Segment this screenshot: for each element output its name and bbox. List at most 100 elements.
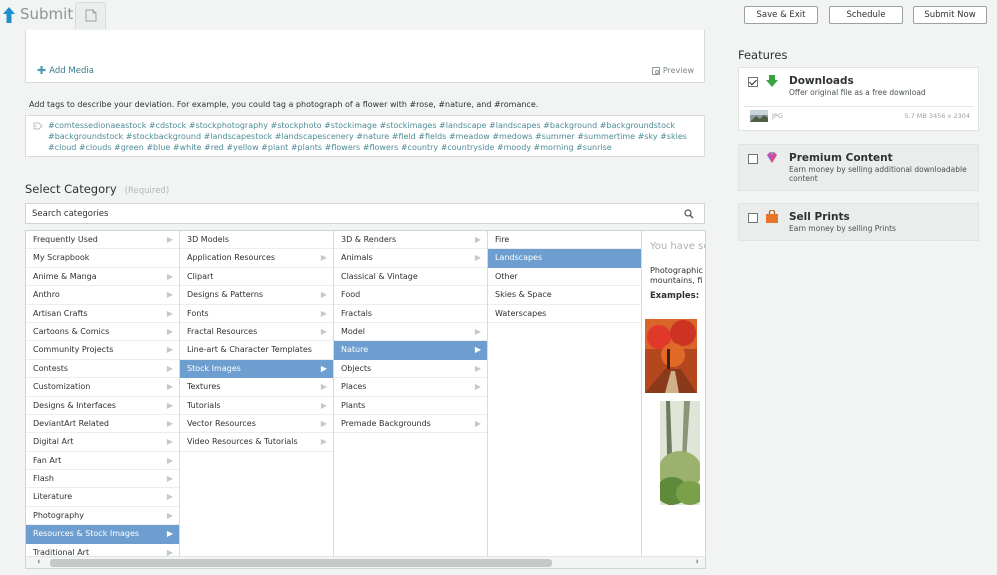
category-item[interactable]: Customization ▶ [26, 378, 179, 397]
search-icon[interactable] [684, 209, 694, 219]
category-item[interactable]: Photography ▶ [26, 507, 179, 526]
category-item[interactable]: Line-art & Character Templates [180, 341, 333, 360]
category-item[interactable]: Classical & Vintage [334, 268, 487, 287]
category-item-label: Traditional Art [33, 547, 90, 556]
category-item[interactable]: Contests ▶ [26, 360, 179, 379]
category-item[interactable]: Designs & Interfaces ▶ [26, 397, 179, 415]
features-title: Features [738, 48, 788, 62]
category-item-label: Literature [33, 492, 73, 502]
chevron-right-icon: ▶ [320, 418, 327, 428]
category-item[interactable]: Vector Resources ▶ [180, 415, 333, 434]
premium-checkbox[interactable] [748, 154, 758, 164]
category-item[interactable]: 3D & Renders ▶ [334, 231, 487, 250]
upload-arrow-icon [3, 7, 15, 23]
category-search [25, 203, 705, 224]
scrollbar-thumb[interactable] [50, 559, 552, 567]
category-item[interactable]: Nature ▶ [334, 341, 487, 360]
category-item[interactable]: Animals ▶ [334, 249, 487, 268]
chevron-right-icon: ▶ [320, 253, 327, 263]
category-item[interactable]: Places ▶ [334, 378, 487, 397]
chevron-right-icon: ▶ [166, 400, 173, 410]
scroll-right-icon[interactable]: › [695, 557, 699, 568]
downloads-checkbox[interactable] [748, 77, 758, 87]
category-item[interactable]: Food [334, 286, 487, 305]
category-item[interactable]: Anime & Manga ▶ [26, 268, 179, 287]
category-item[interactable]: Waterscapes [488, 305, 641, 323]
document-tab[interactable] [75, 2, 106, 29]
category-item[interactable]: Video Resources & Tutorials ▶ [180, 433, 333, 452]
tag-icon [33, 122, 43, 130]
category-item[interactable]: Traditional Art ▶ [26, 544, 179, 556]
category-item[interactable]: DeviantArt Related ▶ [26, 415, 179, 434]
category-item-label: Anime & Manga [33, 271, 97, 281]
category-item[interactable]: Community Projects ▶ [26, 341, 179, 360]
tags-list[interactable]: #comtessedionaeastock #cdstock #stockpho… [48, 120, 696, 153]
chevron-right-icon: ▶ [320, 382, 327, 392]
chevron-right-icon: ▶ [320, 400, 327, 410]
category-item[interactable]: Other [488, 268, 641, 287]
category-item-label: My Scrapbook [33, 253, 90, 263]
category-item[interactable]: Tutorials ▶ [180, 397, 333, 415]
chevron-right-icon: ▶ [166, 382, 173, 392]
chevron-right-icon: ▶ [474, 345, 481, 355]
category-item-label: Anthro [33, 290, 60, 300]
category-item[interactable]: Landscapes [488, 249, 641, 268]
save-exit-button[interactable]: Save & Exit [744, 6, 818, 24]
category-item[interactable]: Literature ▶ [26, 488, 179, 507]
category-item-label: Tutorials [187, 400, 221, 410]
category-item[interactable]: Model ▶ [334, 323, 487, 342]
category-item[interactable]: Plants [334, 397, 487, 415]
category-item-label: Vector Resources [187, 418, 256, 428]
category-item[interactable]: Fire [488, 231, 641, 250]
submit-now-button[interactable]: Submit Now [913, 6, 987, 24]
category-item[interactable]: Digital Art ▶ [26, 433, 179, 452]
feature-downloads: Downloads Offer original file as a free … [738, 67, 979, 131]
chevron-right-icon: ▶ [320, 290, 327, 300]
tags-input[interactable]: #comtessedionaeastock #cdstock #stockpho… [25, 115, 705, 157]
chevron-right-icon: ▶ [166, 455, 173, 465]
category-item[interactable]: Fan Art ▶ [26, 452, 179, 471]
category-item-label: 3D & Renders [341, 235, 397, 244]
category-item-label: Fractal Resources [187, 326, 258, 336]
category-item[interactable]: Fractal Resources ▶ [180, 323, 333, 342]
category-item[interactable]: Fractals [334, 305, 487, 323]
category-item[interactable]: Textures ▶ [180, 378, 333, 397]
chevron-right-icon: ▶ [166, 290, 173, 300]
schedule-button[interactable]: Schedule [829, 6, 903, 24]
chevron-right-icon: ▶ [320, 363, 327, 373]
category-item[interactable]: 3D Models [180, 231, 333, 250]
category-item[interactable]: Skies & Space [488, 286, 641, 305]
category-item[interactable]: Fonts ▶ [180, 305, 333, 323]
description-editor[interactable]: ✚ Add Media Preview [25, 30, 705, 83]
shopping-bag-icon [766, 210, 778, 223]
category-item[interactable]: Anthro ▶ [26, 286, 179, 305]
category-item[interactable]: Designs & Patterns ▶ [180, 286, 333, 305]
category-item[interactable]: Objects ▶ [334, 360, 487, 379]
category-item[interactable]: My Scrapbook [26, 249, 179, 268]
category-search-input[interactable] [27, 205, 667, 222]
category-item[interactable]: Stock Images ▶ [180, 359, 333, 379]
category-item[interactable]: Resources & Stock Images ▶ [26, 525, 179, 544]
category-item[interactable]: Flash ▶ [26, 470, 179, 489]
horizontal-scrollbar[interactable]: ‹ › [26, 556, 705, 568]
prints-checkbox[interactable] [748, 213, 758, 223]
category-title: Select Category [25, 182, 117, 196]
document-icon [85, 9, 97, 22]
category-item[interactable]: Cartoons & Comics ▶ [26, 323, 179, 342]
download-arrow-icon [766, 75, 778, 87]
chevron-right-icon: ▶ [166, 308, 173, 318]
category-item[interactable]: Application Resources ▶ [180, 249, 333, 268]
category-item[interactable]: Frequently Used ▶ [26, 231, 179, 250]
category-item[interactable]: Premade Backgrounds ▶ [334, 415, 487, 434]
add-media-label: Add Media [49, 66, 94, 76]
category-item[interactable]: Artisan Crafts ▶ [26, 305, 179, 323]
preview-button[interactable]: Preview [651, 66, 694, 75]
file-type: JPG [772, 112, 783, 120]
category-item-label: Line-art & Character Templates [187, 345, 312, 355]
chevron-right-icon: ▶ [320, 326, 327, 336]
scroll-left-icon[interactable]: ‹ [37, 557, 41, 568]
category-browser: Frequently Used ▶ My Scrapbook Anime & Mang… [25, 230, 706, 569]
category-item[interactable]: Clipart [180, 268, 333, 287]
add-media-button[interactable]: ✚ Add Media [37, 65, 94, 76]
category-item-label: Designs & Interfaces [33, 400, 117, 410]
